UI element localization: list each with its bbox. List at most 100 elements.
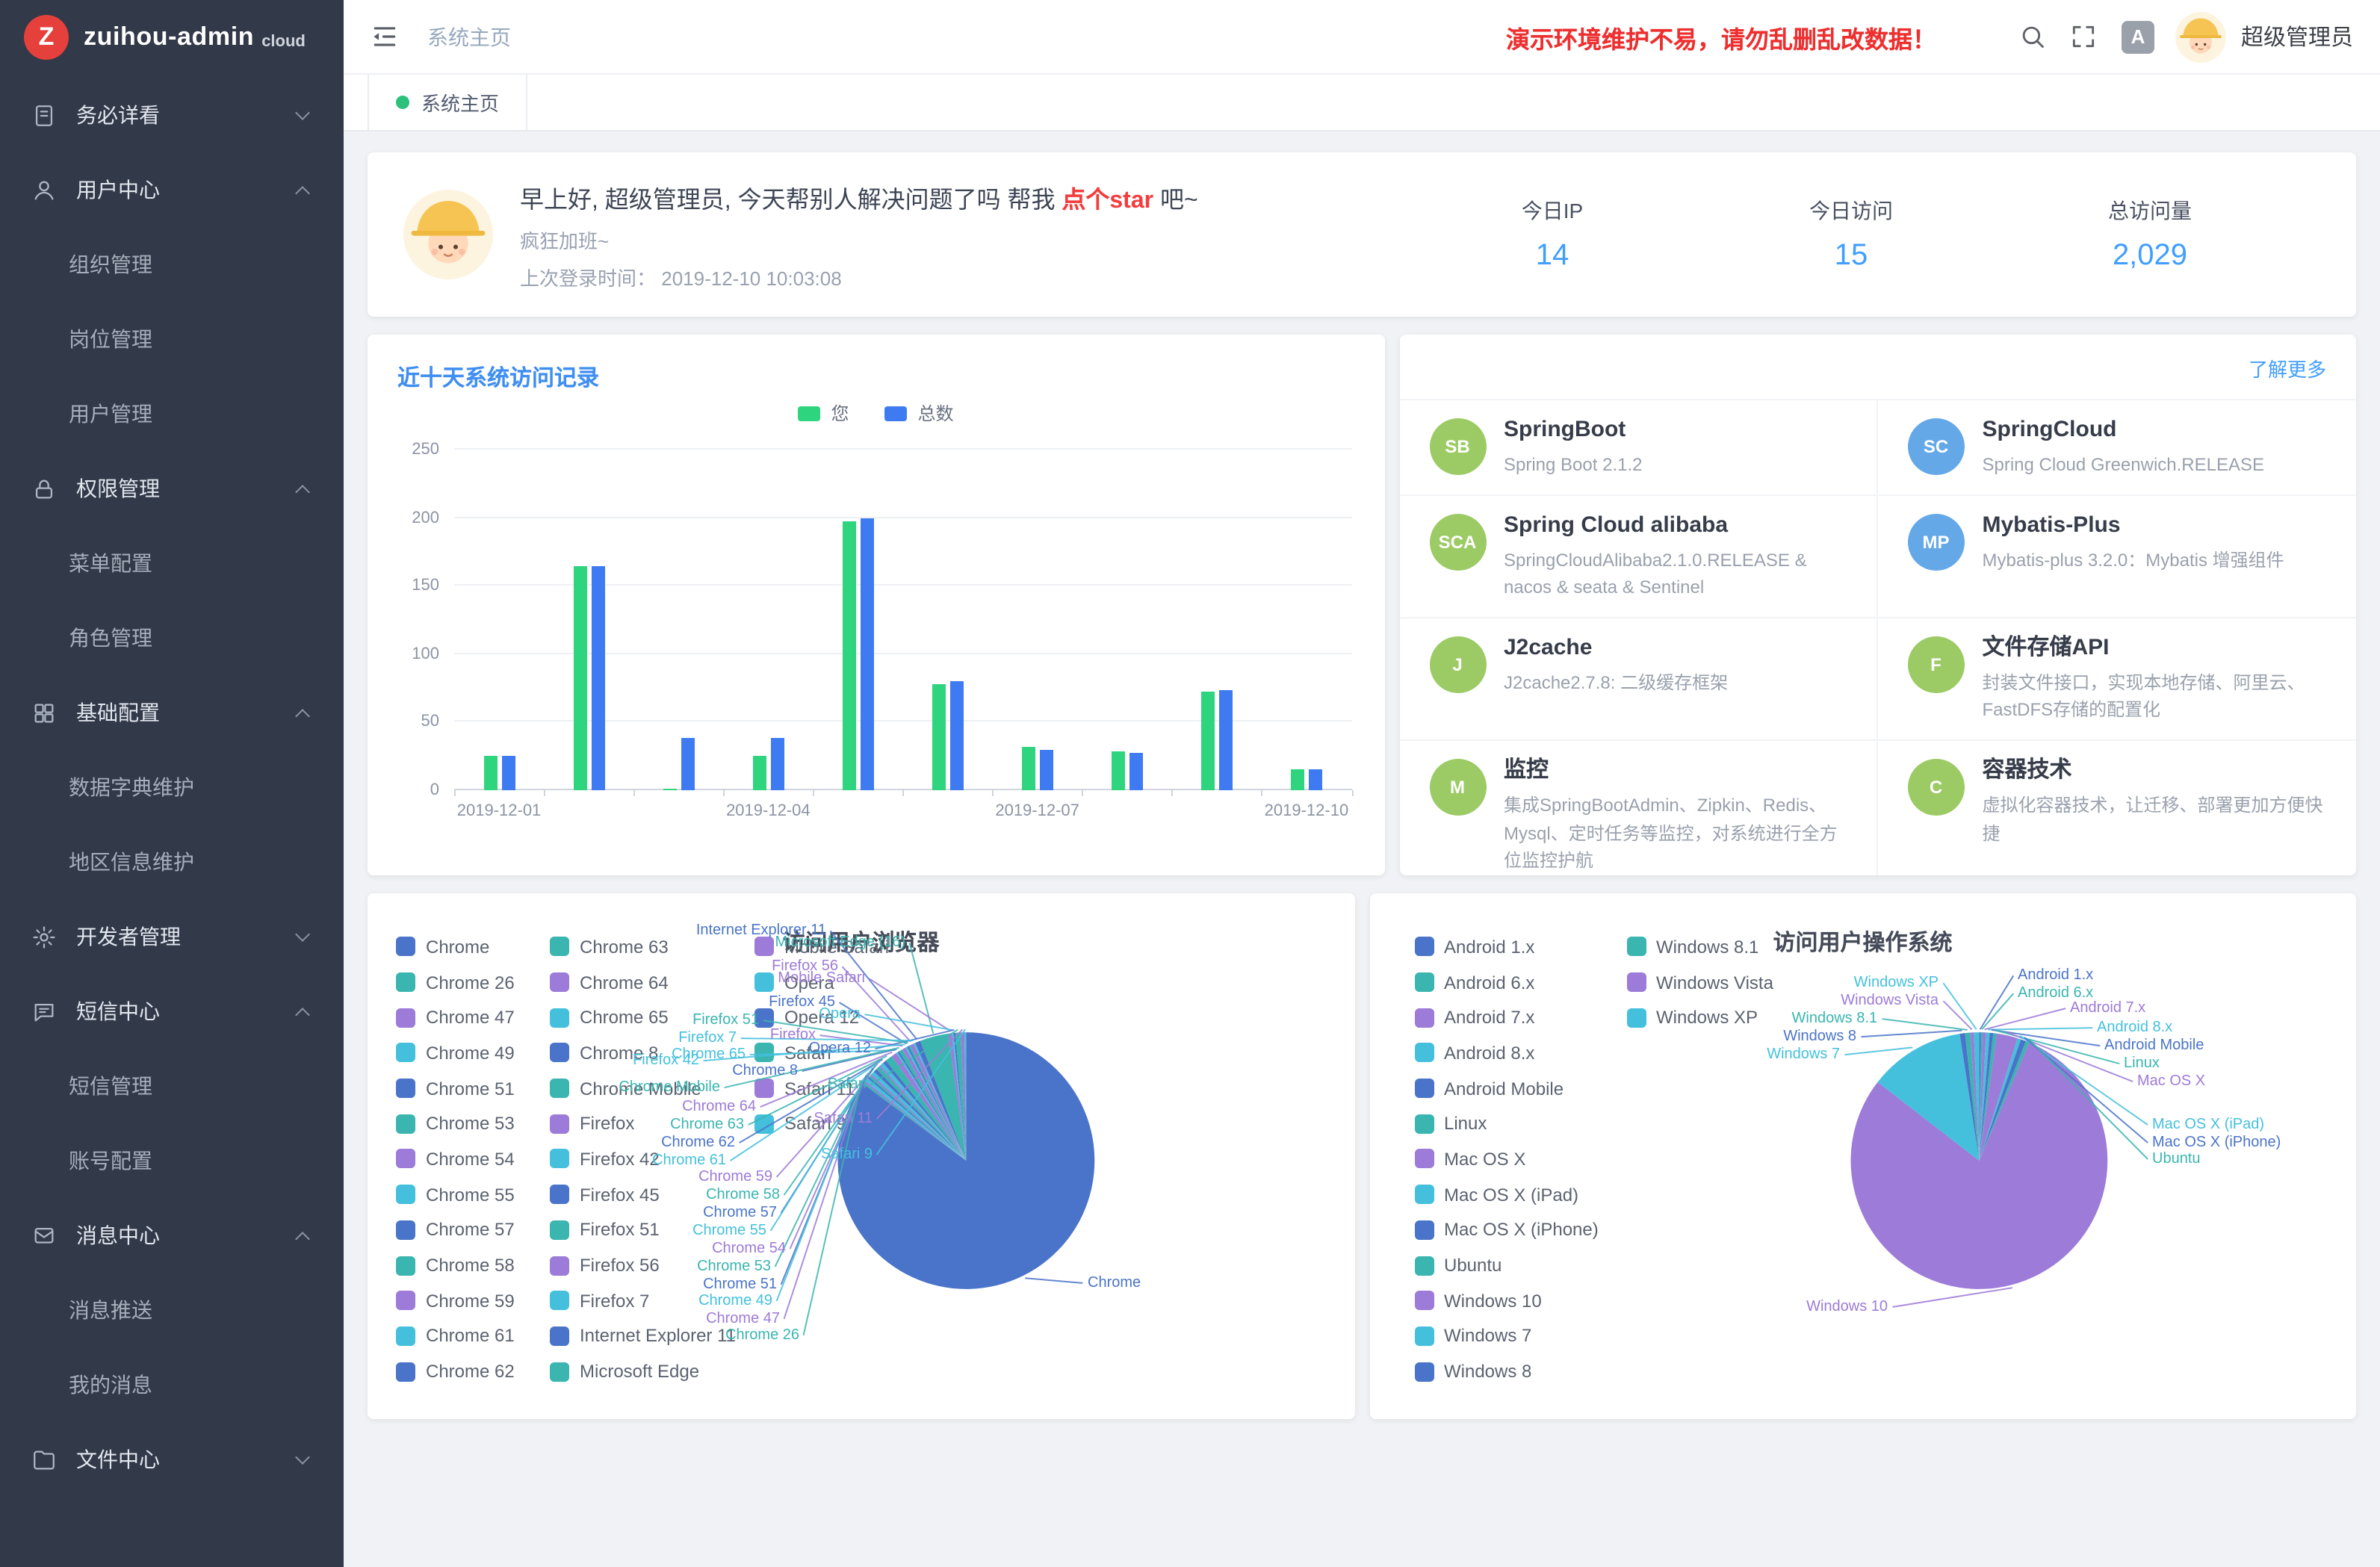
- legend-item[interactable]: Chrome 58: [396, 1247, 550, 1282]
- sidebar-subitem-5-0[interactable]: 短信管理: [0, 1049, 344, 1123]
- legend-item[interactable]: Ubuntu: [1414, 1247, 1626, 1282]
- sidebar-item-4[interactable]: 开发者管理: [0, 899, 344, 974]
- legend-item[interactable]: Android 8.x: [1414, 1035, 1626, 1070]
- sidebar-subitem-6-0[interactable]: 消息推送: [0, 1273, 344, 1347]
- project-cell-3[interactable]: MPMybatis-PlusMybatis-plus 3.2.0：Mybatis…: [1878, 495, 2357, 618]
- legend-label: Safari 9: [784, 1114, 846, 1135]
- legend-swatch: [550, 1114, 569, 1134]
- username[interactable]: 超级管理员: [2241, 21, 2353, 52]
- bar-legend-item-0[interactable]: 您: [798, 400, 849, 426]
- legend-item[interactable]: Android 1.x: [1414, 929, 1626, 964]
- legend-item[interactable]: Mac OS X (iPhone): [1414, 1212, 1626, 1247]
- font-size-icon[interactable]: A: [2122, 20, 2154, 53]
- sidebar-item-0[interactable]: 务必详看: [0, 78, 344, 152]
- project-cell-7[interactable]: C容器技术虚拟化容器技术，让迁移、部署更加方便快捷: [1878, 741, 2357, 875]
- legend-item[interactable]: Chrome 8: [550, 1035, 754, 1070]
- bar-legend-item-1[interactable]: 总数: [885, 400, 954, 426]
- sidebar-subitem-3-1[interactable]: 地区信息维护: [0, 825, 344, 899]
- pie-callout-line: [1988, 1028, 2092, 1029]
- x-axis-label: 2019-12-10: [1265, 802, 1349, 820]
- legend-item[interactable]: Chrome 64: [550, 964, 754, 999]
- avatar[interactable]: [2175, 11, 2226, 62]
- sidebar-item-6[interactable]: 消息中心: [0, 1198, 344, 1273]
- legend-item[interactable]: Windows 8: [1414, 1354, 1626, 1389]
- legend-item[interactable]: Chrome Mobile: [550, 1071, 754, 1106]
- logo[interactable]: Z zuihou-admin cloud: [0, 0, 344, 75]
- legend-item[interactable]: Chrome 65: [550, 1000, 754, 1035]
- search-icon[interactable]: [2014, 17, 2053, 56]
- legend-label: Windows 10: [1444, 1290, 1542, 1311]
- legend-item[interactable]: Firefox 51: [550, 1212, 754, 1247]
- legend-item[interactable]: Opera 12: [754, 1000, 889, 1035]
- legend-label: Firefox: [580, 1114, 634, 1135]
- project-cell-6[interactable]: M监控集成SpringBootAdmin、Zipkin、Redis、Mysql、…: [1399, 741, 1878, 875]
- sidebar-subitem-1-0[interactable]: 组织管理: [0, 227, 344, 302]
- legend-item[interactable]: Android 6.x: [1414, 964, 1626, 999]
- legend-item[interactable]: Windows 10: [1414, 1283, 1626, 1318]
- legend-item[interactable]: Chrome 55: [396, 1177, 550, 1212]
- legend-item[interactable]: Chrome 26: [396, 964, 550, 999]
- legend-item[interactable]: Chrome 59: [396, 1283, 550, 1318]
- legend-item[interactable]: Mobile Safari: [754, 929, 889, 964]
- legend-item[interactable]: Firefox: [550, 1106, 754, 1141]
- legend-item[interactable]: Safari 11: [754, 1071, 889, 1106]
- legend-item[interactable]: Windows Vista: [1626, 964, 1773, 999]
- legend-swatch: [396, 1114, 415, 1134]
- sidebar-subitem-3-0[interactable]: 数据字典维护: [0, 750, 344, 825]
- sidebar-item-3[interactable]: 基础配置: [0, 675, 344, 750]
- legend-item[interactable]: Android Mobile: [1414, 1071, 1626, 1106]
- legend-item[interactable]: Firefox 42: [550, 1141, 754, 1176]
- legend-item[interactable]: Windows 7: [1414, 1318, 1626, 1353]
- learn-more-link[interactable]: 了解更多: [2249, 359, 2326, 381]
- legend-item[interactable]: Chrome 49: [396, 1035, 550, 1070]
- sidebar-subitem-2-1[interactable]: 角色管理: [0, 601, 344, 675]
- legend-label: Chrome Mobile: [580, 1078, 701, 1099]
- main-content: 早上好, 超级管理员, 今天帮别人解决问题了吗 帮我 点个star 吧~ 疯狂加…: [344, 131, 2380, 1567]
- legend-item[interactable]: Internet Explorer 11: [550, 1318, 754, 1353]
- legend-item[interactable]: Firefox 7: [550, 1283, 754, 1318]
- sidebar-subitem-5-1[interactable]: 账号配置: [0, 1123, 344, 1198]
- project-cell-0[interactable]: SBSpringBootSpring Boot 2.1.2: [1399, 400, 1878, 495]
- visits-chart-card: 近十天系统访问记录 您总数 0501001502002502019-12-012…: [368, 335, 1384, 875]
- legend-item[interactable]: Chrome 53: [396, 1106, 550, 1141]
- sidebar-subitem-1-1[interactable]: 岗位管理: [0, 302, 344, 376]
- bar: [1219, 691, 1233, 790]
- legend-item[interactable]: Chrome 61: [396, 1318, 550, 1353]
- legend-item[interactable]: Chrome 51: [396, 1071, 550, 1106]
- legend-item[interactable]: Linux: [1414, 1106, 1626, 1141]
- breadcrumb[interactable]: 系统主页: [427, 22, 511, 52]
- star-link[interactable]: 点个star: [1062, 187, 1153, 213]
- legend-item[interactable]: Chrome 62: [396, 1354, 550, 1389]
- legend-item[interactable]: Android 7.x: [1414, 1000, 1626, 1035]
- pie-slice: [880, 1063, 966, 1161]
- legend-item[interactable]: Safari: [754, 1035, 889, 1070]
- legend-item[interactable]: Chrome 63: [550, 929, 754, 964]
- sidebar-item-5[interactable]: 短信中心: [0, 974, 344, 1049]
- legend-item[interactable]: Firefox 56: [550, 1247, 754, 1282]
- collapse-sidebar-icon[interactable]: [371, 20, 403, 53]
- legend-item[interactable]: Mac OS X (iPad): [1414, 1177, 1626, 1212]
- sidebar-item-1[interactable]: 用户中心: [0, 152, 344, 227]
- sidebar-item-2[interactable]: 权限管理: [0, 451, 344, 526]
- sidebar-item-7[interactable]: 文件中心: [0, 1422, 344, 1497]
- project-cell-4[interactable]: JJ2cacheJ2cache2.7.8: 二级缓存框架: [1399, 618, 1878, 741]
- legend-item[interactable]: Chrome 57: [396, 1212, 550, 1247]
- sidebar-subitem-1-2[interactable]: 用户管理: [0, 376, 344, 451]
- legend-item[interactable]: Microsoft Edge: [550, 1354, 754, 1389]
- legend-item[interactable]: Windows XP: [1626, 1000, 1773, 1035]
- sidebar-subitem-6-1[interactable]: 我的消息: [0, 1347, 344, 1422]
- sidebar-subitem-2-0[interactable]: 菜单配置: [0, 526, 344, 601]
- legend-item[interactable]: Chrome 54: [396, 1141, 550, 1176]
- project-cell-2[interactable]: SCASpring Cloud alibabaSpringCloudAlibab…: [1399, 495, 1878, 618]
- legend-item[interactable]: Chrome 47: [396, 1000, 550, 1035]
- tab-system-home[interactable]: 系统主页: [368, 75, 527, 130]
- legend-item[interactable]: Mac OS X: [1414, 1141, 1626, 1176]
- project-cell-1[interactable]: SCSpringCloudSpring Cloud Greenwich.RELE…: [1878, 400, 2357, 495]
- fullscreen-icon[interactable]: [2065, 17, 2104, 56]
- legend-item[interactable]: Safari 9: [754, 1106, 889, 1141]
- legend-item[interactable]: Chrome: [396, 929, 550, 964]
- project-cell-5[interactable]: F文件存储API封装文件接口，实现本地存储、阿里云、FastDFS存储的配置化: [1878, 618, 2357, 741]
- legend-item[interactable]: Windows 8.1: [1626, 929, 1773, 964]
- legend-item[interactable]: Opera: [754, 964, 889, 999]
- legend-item[interactable]: Firefox 45: [550, 1177, 754, 1212]
